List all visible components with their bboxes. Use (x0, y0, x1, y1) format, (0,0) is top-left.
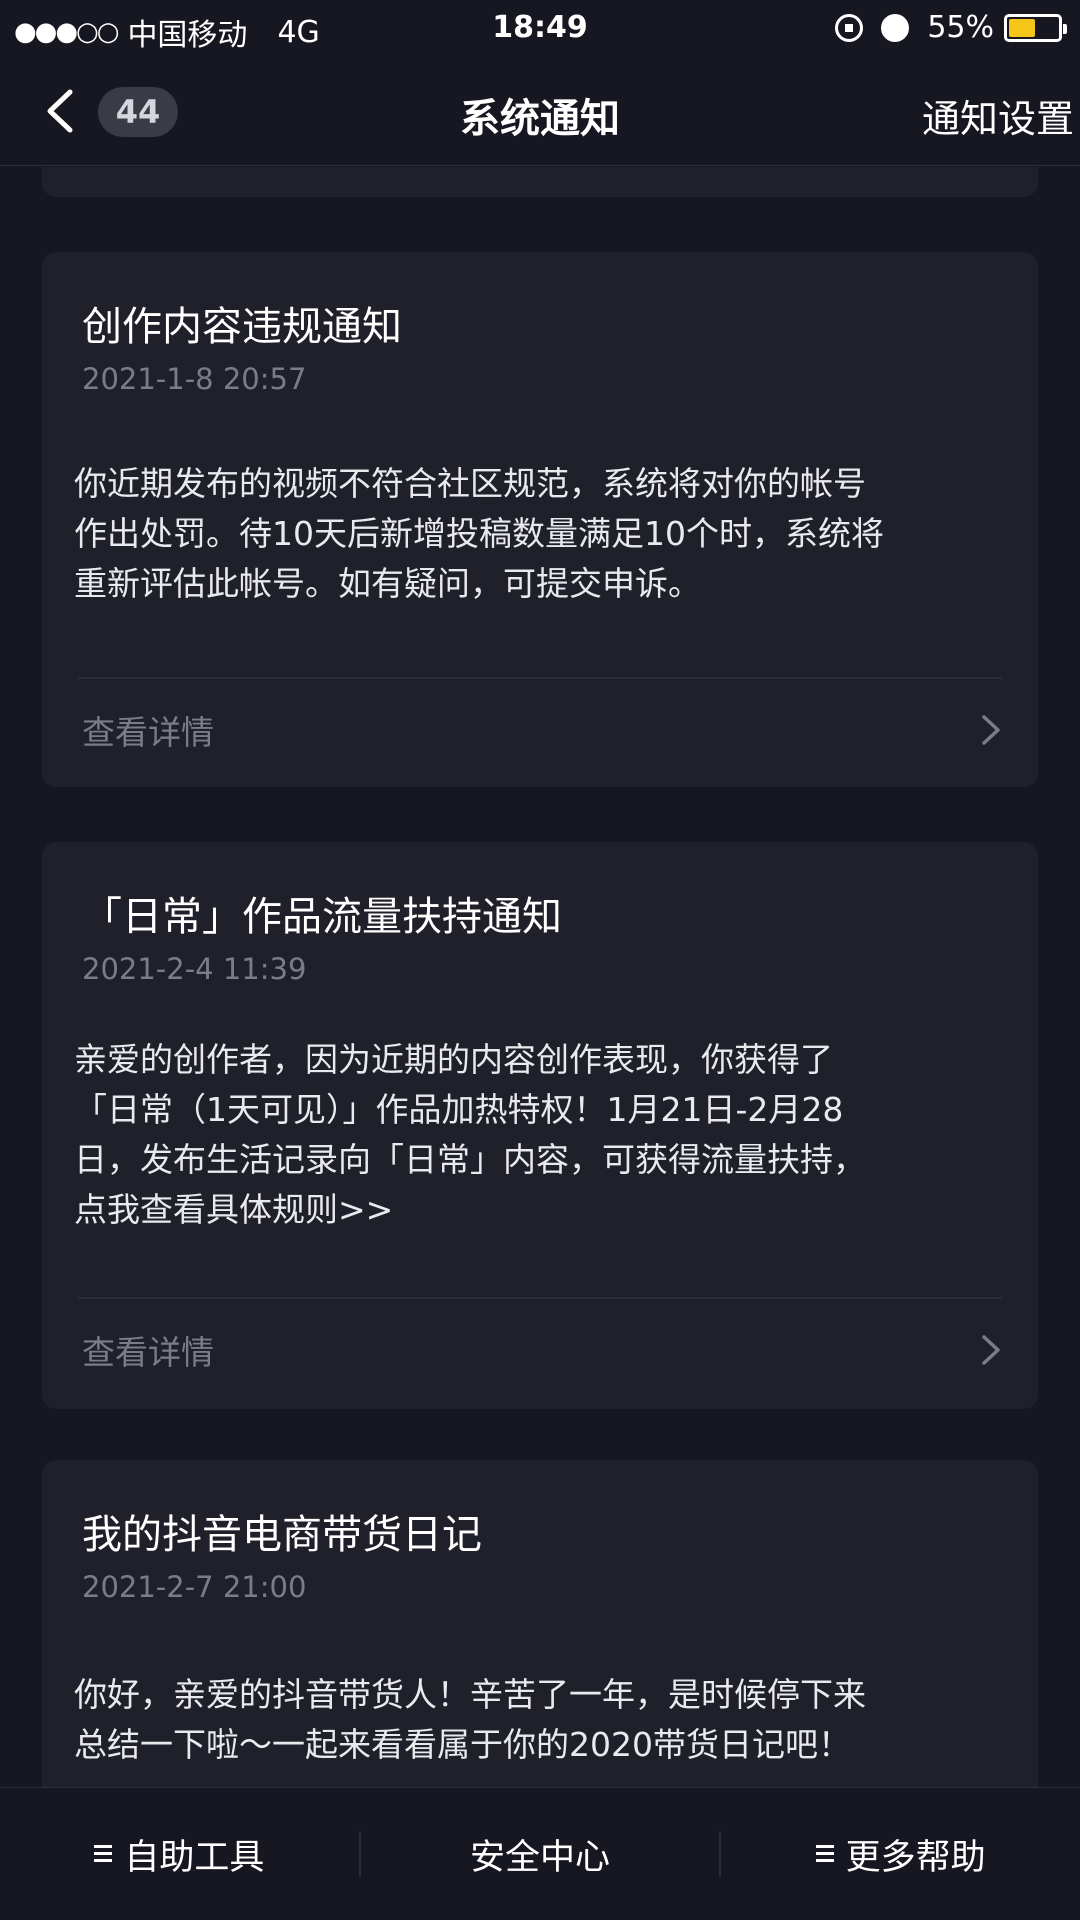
notification-settings-button[interactable]: 通知设置 (922, 88, 1074, 143)
notification-body: 你近期发布的视频不符合社区规范，系统将对你的帐号 作出处罚。待10天后新增投稿数… (74, 464, 884, 603)
notification-title: 创作内容违规通知 (82, 304, 402, 350)
nav-bar: 44 系统通知 通知设置 (0, 56, 1080, 166)
notification-time: 2021-2-4 11:39 (82, 952, 307, 986)
notification-body: 亲爱的创作者，因为近期的内容创作表现，你获得了 「日常（1天可见）」作品加热特权… (74, 1040, 866, 1229)
view-details-label: 查看详情 (82, 713, 214, 752)
notification-card[interactable]: 我的抖音电商带货日记 2021-2-7 21:00 你好，亲爱的抖音带货人！辛苦… (42, 1460, 1038, 1787)
view-details-label: 查看详情 (82, 1333, 214, 1372)
status-right: 55% (835, 10, 1067, 45)
security-center-button[interactable]: 安全中心 (361, 1824, 720, 1884)
chevron-right-icon (980, 1333, 1002, 1367)
notification-title: 「日常」作品流量扶持通知 (82, 894, 562, 940)
rotation-lock-icon (835, 13, 864, 42)
notification-time: 2021-1-8 20:57 (82, 362, 307, 396)
battery-icon (1004, 13, 1067, 42)
notification-list[interactable]: 创作内容违规通知 2021-1-8 20:57 你近期发布的视频不符合社区规范，… (0, 167, 1080, 1787)
view-details-row[interactable]: 查看详情 (82, 700, 1002, 760)
bottom-toolbar: 自助工具 安全中心 更多帮助 (0, 1787, 1080, 1920)
more-help-label: 更多帮助 (845, 1837, 986, 1878)
more-help-button[interactable]: 更多帮助 (721, 1824, 1080, 1884)
notification-body: 你好，亲爱的抖音带货人！辛苦了一年，是时候停下来 总结一下啦～一起来看看属于你的… (74, 1675, 866, 1764)
notification-time: 2021-2-7 21:00 (82, 1570, 307, 1604)
page-title: 系统通知 (460, 96, 620, 142)
card-divider (78, 677, 1002, 679)
security-center-label: 安全中心 (470, 1837, 611, 1878)
status-bar: ●●●○○ 中国移动 4G 18:49 55% (0, 0, 1080, 56)
battery-fill (1009, 18, 1036, 37)
menu-icon (94, 1843, 113, 1865)
previous-card-fragment (42, 167, 1038, 197)
chevron-right-icon (980, 713, 1002, 747)
notification-card[interactable]: 创作内容违规通知 2021-1-8 20:57 你近期发布的视频不符合社区规范，… (42, 252, 1038, 787)
notification-title: 我的抖音电商带货日记 (82, 1512, 482, 1558)
view-details-row[interactable]: 查看详情 (82, 1320, 1002, 1380)
notification-card[interactable]: 「日常」作品流量扶持通知 2021-2-4 11:39 亲爱的创作者，因为近期的… (42, 842, 1038, 1409)
card-divider (78, 1297, 1002, 1299)
battery-percent: 55% (927, 10, 994, 45)
menu-icon (815, 1843, 834, 1865)
self-help-tools-button[interactable]: 自助工具 (0, 1824, 359, 1884)
self-help-tools-label: 自助工具 (124, 1837, 265, 1878)
alarm-icon (881, 13, 910, 42)
